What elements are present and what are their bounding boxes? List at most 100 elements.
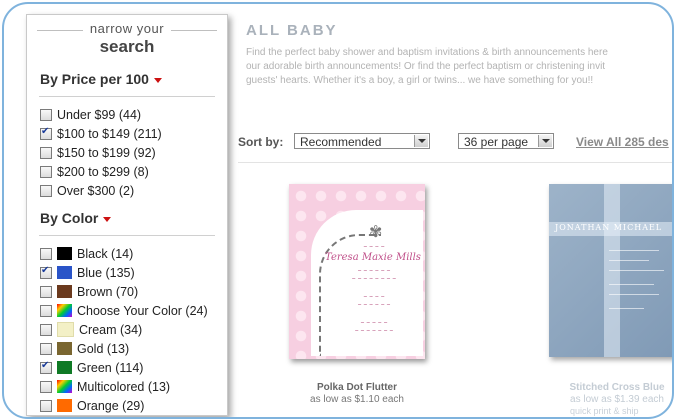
color-option-multicolored[interactable]: Multicolored (13) [40, 377, 227, 396]
card-name: Teresa Maxie Mills [325, 252, 421, 263]
card-text: ~ ~ ~ ~ ~ ~ ~ [354, 328, 394, 334]
divider [171, 30, 217, 31]
description-line: our adorable birth announcements! Or fin… [246, 61, 606, 72]
card-text-line [609, 284, 654, 285]
checkbox[interactable] [40, 108, 52, 121]
checkbox[interactable] [40, 323, 52, 336]
card-inner: ✾ ~ ~ ~ ~ Teresa Maxie Mills ~ ~ ~ ~ ~ ~… [311, 210, 423, 356]
product-caption: Stitched Cross Blue as low as $1.39 each [537, 382, 672, 405]
checkbox[interactable] [40, 304, 52, 317]
color-swatch [57, 247, 72, 260]
card-text-line [609, 250, 659, 251]
option-label: $100 to $149 (211) [57, 126, 162, 141]
checkbox[interactable] [40, 165, 52, 178]
option-label: Blue (135) [77, 265, 135, 280]
checkbox[interactable] [40, 285, 52, 298]
divider [37, 30, 83, 31]
checkbox[interactable] [40, 360, 52, 374]
sort-bar: Sort by: Recommended 36 per page View Al… [234, 130, 672, 152]
card-text: ~ ~ ~ ~ [363, 244, 385, 250]
color-option-brown[interactable]: Brown (70) [40, 282, 227, 301]
view-all-link[interactable]: View All 285 des [576, 135, 669, 149]
color-swatch [57, 285, 72, 298]
caret-down-icon[interactable] [103, 216, 112, 222]
price-filter-title[interactable]: By Price per 100 [40, 71, 227, 87]
price-option-under-99[interactable]: Under $99 (44) [40, 105, 227, 124]
color-option-cream[interactable]: Cream (34) [40, 320, 227, 339]
color-swatch [57, 361, 72, 374]
color-filter-list: Black (14) Blue (135) Brown (70) Choose You… [27, 244, 227, 415]
card-text-line [609, 294, 659, 295]
checkbox[interactable] [40, 342, 52, 355]
product-name-link[interactable]: Stitched Cross Blue [537, 382, 672, 393]
bee-icon: ✾ [369, 224, 383, 241]
checkbox[interactable] [40, 146, 52, 159]
card-text: ~ ~ ~ ~ ~ [360, 320, 388, 326]
price-option-over-300[interactable]: Over $300 (2) [40, 181, 227, 200]
sort-label: Sort by: [238, 135, 284, 149]
per-page-value: 36 per page [464, 135, 529, 149]
checkbox[interactable] [40, 126, 52, 140]
color-option-choose-your-color[interactable]: Choose Your Color (24) [40, 301, 227, 320]
product-name-link[interactable]: Polka Dot Flutter [277, 382, 437, 393]
card-text: ~ ~ ~ ~ ~ ~ [357, 268, 391, 274]
option-label: Cream (34) [79, 322, 143, 337]
card-name: JONATHAN MICHAEL [555, 223, 663, 232]
price-option-200-to-299[interactable]: $200 to $299 (8) [40, 162, 227, 181]
chevron-down-icon[interactable] [538, 135, 552, 147]
description-line: Find the perfect baby shower and baptism… [246, 47, 608, 58]
color-swatch [57, 380, 72, 393]
color-filter-label: By Color [40, 210, 99, 226]
checkbox[interactable] [40, 380, 52, 393]
option-label: Black (14) [77, 246, 134, 261]
option-label: Choose Your Color (24) [77, 303, 208, 318]
option-label: Gold (13) [77, 341, 130, 356]
product-image-polka-dot-flutter[interactable]: ✾ ~ ~ ~ ~ Teresa Maxie Mills ~ ~ ~ ~ ~ ~… [289, 184, 425, 359]
color-swatch [57, 322, 74, 337]
product-image-stitched-cross-blue[interactable]: JONATHAN MICHAEL [549, 184, 672, 357]
divider [238, 162, 672, 163]
chevron-down-icon[interactable] [414, 135, 428, 147]
product-price: as low as $1.39 each [570, 394, 664, 405]
color-swatch [57, 304, 72, 317]
option-label: Green (114) [77, 360, 144, 375]
color-option-blue[interactable]: Blue (135) [40, 263, 227, 282]
color-filter-title[interactable]: By Color [40, 210, 227, 226]
category-description: Find the perfect baby shower and baptism… [246, 46, 672, 88]
filter-sidebar: narrow your search By Price per 100 Unde… [26, 14, 228, 416]
page-title: ALL BABY [246, 22, 338, 39]
color-option-black[interactable]: Black (14) [40, 244, 227, 263]
option-label: $150 to $199 (92) [57, 145, 156, 160]
option-label: Under $99 (44) [57, 107, 142, 122]
product-caption: Polka Dot Flutter as low as $1.10 each [277, 382, 437, 405]
option-label: Brown (70) [77, 284, 139, 299]
checkbox[interactable] [40, 265, 52, 279]
color-option-orange[interactable]: Orange (29) [40, 396, 227, 415]
card-text: ~ ~ ~ ~ ~ ~ ~ ~ [351, 276, 397, 282]
color-option-gold[interactable]: Gold (13) [40, 339, 227, 358]
price-option-150-to-199[interactable]: $150 to $199 (92) [40, 143, 227, 162]
option-label: $200 to $299 (8) [57, 164, 149, 179]
price-filter-list: Under $99 (44) $100 to $149 (211) $150 to … [27, 105, 227, 200]
checkbox[interactable] [40, 184, 52, 197]
card-text: ~ ~ ~ ~ [363, 294, 385, 300]
color-swatch [57, 266, 72, 279]
divider [39, 235, 215, 236]
price-option-100-to-149[interactable]: $100 to $149 (211) [40, 124, 227, 143]
search-label: search [99, 37, 155, 56]
option-label: Orange (29) [77, 398, 145, 413]
checkbox[interactable] [40, 247, 52, 260]
price-filter-label: By Price per 100 [40, 71, 149, 87]
sort-select[interactable]: Recommended [294, 133, 430, 149]
card-text-line [609, 270, 664, 271]
caret-down-icon[interactable] [153, 77, 162, 83]
color-option-green[interactable]: Green (114) [40, 358, 227, 377]
sort-select-value: Recommended [300, 135, 382, 149]
option-label: Multicolored (13) [77, 379, 171, 394]
card-text-line [609, 260, 649, 261]
quick-print-ship-note: quick print & ship [570, 406, 639, 416]
checkbox[interactable] [40, 399, 52, 412]
description-line: guests' hearts. Whether it's a boy, a gi… [246, 75, 594, 86]
per-page-select[interactable]: 36 per page [458, 133, 554, 149]
narrow-your-label: narrow your [89, 21, 165, 36]
